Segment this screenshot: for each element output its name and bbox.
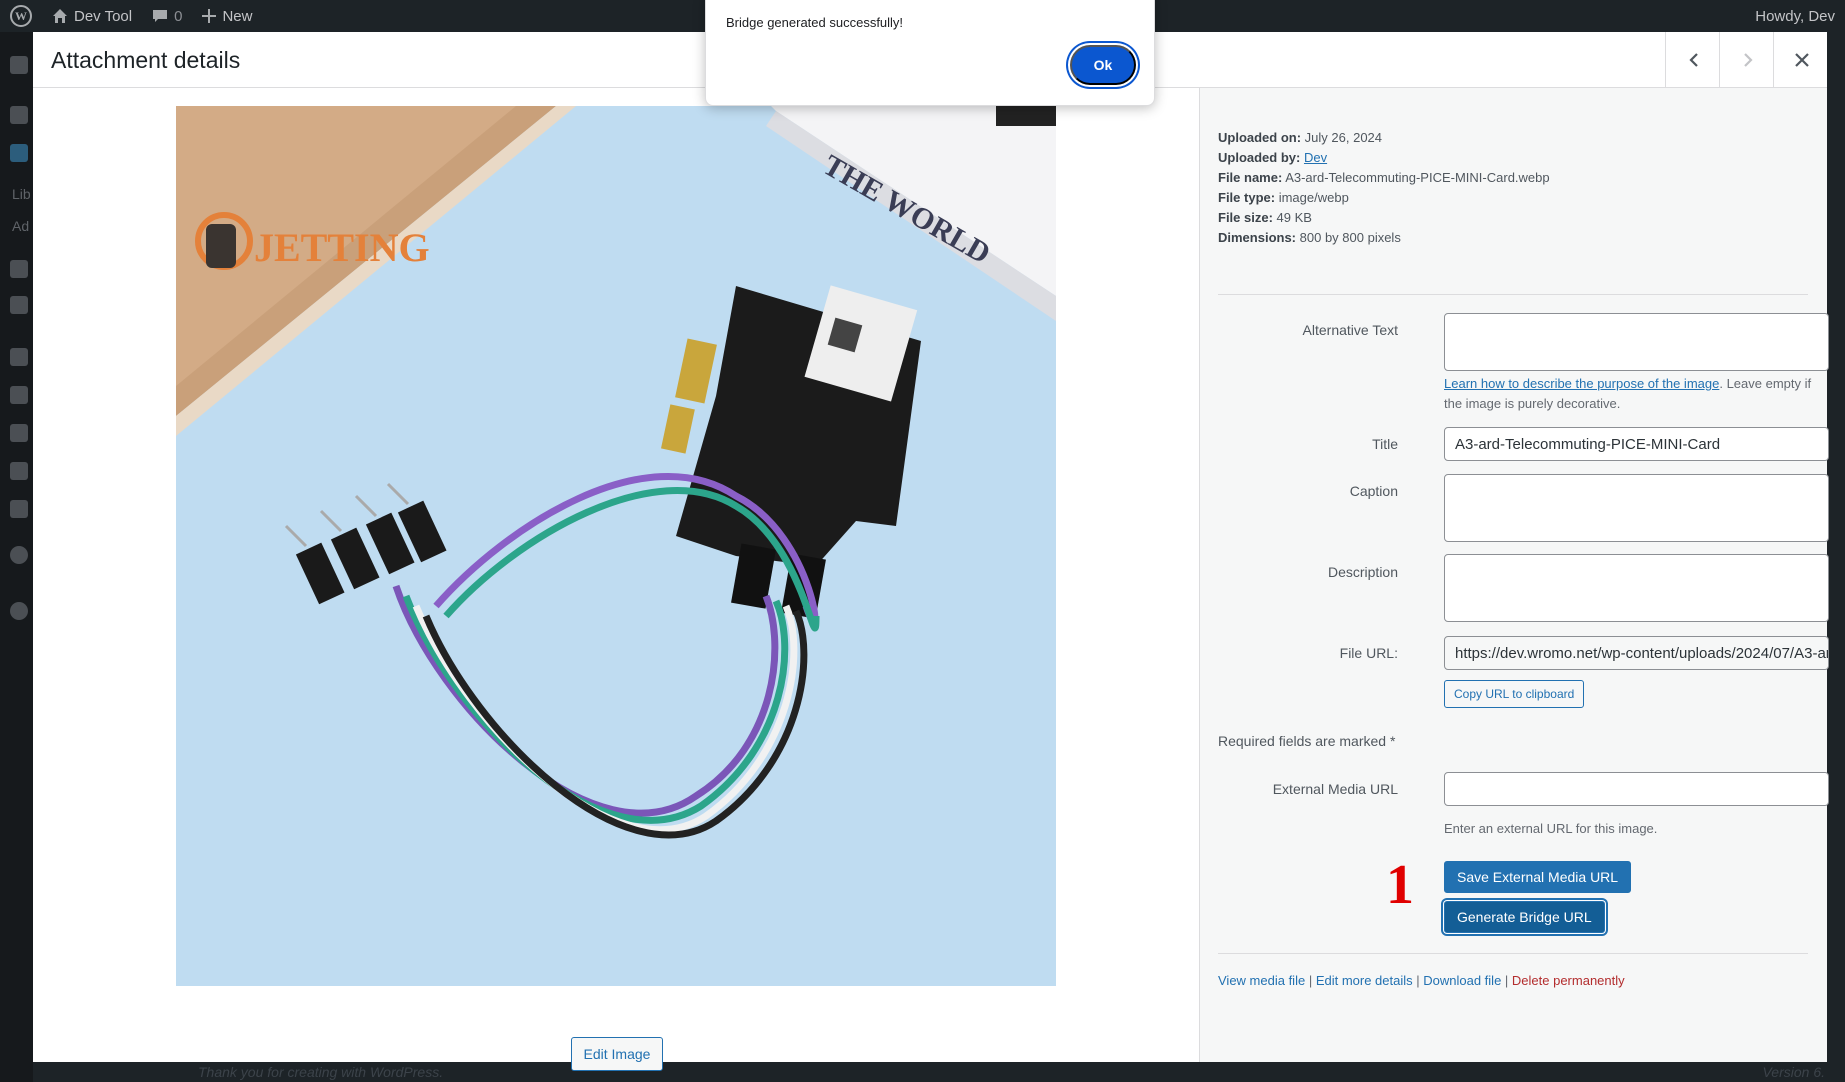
file-type-label: File type: [1218, 190, 1276, 205]
chevron-right-icon [1743, 53, 1753, 67]
alt-text-help-link[interactable]: Learn how to describe the purpose of the… [1444, 376, 1719, 391]
uploaded-on-label: Uploaded on: [1218, 130, 1302, 145]
comment-icon [153, 10, 168, 22]
attachment-details-modal: Attachment details THE WORLD JETTING Edi… [33, 32, 1829, 1071]
appearance-icon[interactable] [10, 348, 28, 366]
plus-icon [202, 9, 217, 23]
edit-more-details-link[interactable]: Edit more details [1316, 973, 1413, 988]
posts-icon[interactable] [10, 106, 28, 124]
pages-icon[interactable] [10, 260, 28, 278]
previous-media-button[interactable] [1665, 32, 1721, 88]
title-label: Title [1372, 436, 1398, 452]
account-menu[interactable]: Howdy, Dev [1755, 0, 1835, 32]
attachment-image: THE WORLD JETTING [176, 106, 1056, 986]
alert-message: Bridge generated successfully! [726, 15, 904, 30]
wordpress-logo-button[interactable]: W [0, 0, 42, 32]
plugins-icon[interactable] [10, 386, 28, 404]
alt-text-textarea[interactable] [1444, 313, 1829, 371]
media-icon[interactable] [10, 144, 28, 162]
chevron-left-icon [1688, 53, 1698, 67]
howdy-label: Howdy, Dev [1755, 7, 1835, 25]
save-external-media-url-button[interactable]: Save External Media URL [1444, 861, 1632, 893]
step-marker: 1 [1386, 854, 1414, 916]
collapse-menu-icon[interactable] [10, 602, 28, 620]
settings-icon[interactable] [10, 500, 28, 518]
comments-count: 0 [174, 7, 183, 25]
admin-footer: Thank you for creating with WordPress. V… [33, 1062, 1845, 1082]
tools-icon[interactable] [10, 462, 28, 480]
details-divider [1218, 294, 1808, 295]
comments-link[interactable]: 0 [142, 0, 192, 32]
footer-thanks: Thank you for creating with WordPress. [198, 1064, 444, 1080]
uploaded-by-link[interactable]: Dev [1304, 150, 1327, 165]
actions-separator: | [1412, 973, 1424, 988]
generate-bridge-url-button[interactable]: Generate Bridge URL [1444, 901, 1605, 933]
watermark-text: JETTING [254, 225, 430, 270]
wordpress-logo-icon: W [10, 5, 32, 27]
attachment-image-illustration: THE WORLD JETTING [176, 106, 1056, 986]
next-media-button[interactable] [1719, 32, 1775, 88]
external-media-url-input[interactable] [1444, 772, 1829, 806]
media-preview-area: THE WORLD JETTING Edit Image [33, 88, 1199, 1071]
delete-permanently-link[interactable]: Delete permanently [1512, 973, 1625, 988]
alt-text-label: Alternative Text [1302, 322, 1398, 338]
description-label: Description [1327, 564, 1398, 580]
external-media-url-label: External Media URL [1272, 781, 1398, 797]
caption-label: Caption [1349, 483, 1398, 499]
new-label: New [222, 7, 253, 25]
attachment-info-sidebar: Uploaded on: July 26, 2024 Uploaded by: … [1199, 88, 1829, 1062]
required-fields-note: Required fields are marked * [1218, 733, 1396, 749]
caption-textarea[interactable] [1444, 474, 1829, 542]
new-content-link[interactable]: New [192, 0, 262, 32]
close-modal-button[interactable] [1773, 32, 1829, 88]
admin-menu: Lib Ad [0, 32, 33, 1082]
title-input[interactable]: A3-ard-Telecommuting-PICE-MINI-Card [1444, 427, 1829, 461]
view-media-file-link[interactable]: View media file [1218, 973, 1305, 988]
uploaded-on-value: July 26, 2024 [1304, 130, 1383, 145]
users-icon[interactable] [10, 424, 28, 442]
home-icon [53, 9, 67, 23]
file-url-label: File URL: [1339, 645, 1398, 661]
file-size-value: 49 KB [1276, 210, 1312, 225]
alert-ok-button[interactable]: Ok [1070, 45, 1136, 85]
site-name-link[interactable]: Dev Tool [42, 0, 142, 32]
dimensions-value: 800 by 800 pixels [1299, 230, 1401, 245]
modal-title: Attachment details [51, 47, 241, 73]
alert-dialog: Bridge generated successfully! Ok [705, 0, 1155, 106]
attachment-actions: View media file | Edit more details | Do… [1218, 973, 1625, 988]
actions-separator: | [1501, 973, 1512, 988]
file-type-value: image/webp [1278, 190, 1349, 205]
actions-separator: | [1305, 973, 1316, 988]
alt-text-help: Learn how to describe the purpose of the… [1444, 374, 1829, 414]
description-textarea[interactable] [1444, 554, 1829, 622]
close-icon [1794, 53, 1809, 67]
actions-divider [1218, 953, 1808, 954]
download-file-link[interactable]: Download file [1423, 973, 1501, 988]
menu-library-label[interactable]: Lib [12, 186, 31, 202]
file-name-value: A3-ard-Telecommuting-PICE-MINI-Card.webp [1285, 170, 1550, 185]
file-url-input[interactable]: https://dev.wromo.net/wp-content/uploads… [1444, 636, 1829, 670]
edit-image-button[interactable]: Edit Image [571, 1037, 663, 1071]
file-details: Uploaded on: July 26, 2024 Uploaded by: … [1218, 128, 1550, 248]
dashboard-icon[interactable] [10, 56, 28, 74]
info-icon[interactable] [10, 546, 28, 564]
external-media-url-help: Enter an external URL for this image. [1444, 821, 1658, 836]
comments-menu-icon[interactable] [10, 296, 28, 314]
file-size-label: File size: [1218, 210, 1273, 225]
menu-add-label[interactable]: Ad [12, 218, 29, 234]
footer-version: Version 6. [1762, 1064, 1825, 1080]
site-name-label: Dev Tool [74, 7, 133, 25]
uploaded-by-label: Uploaded by: [1218, 150, 1301, 165]
dimensions-label: Dimensions: [1218, 230, 1297, 245]
file-name-label: File name: [1218, 170, 1283, 185]
copy-url-button[interactable]: Copy URL to clipboard [1444, 680, 1585, 708]
